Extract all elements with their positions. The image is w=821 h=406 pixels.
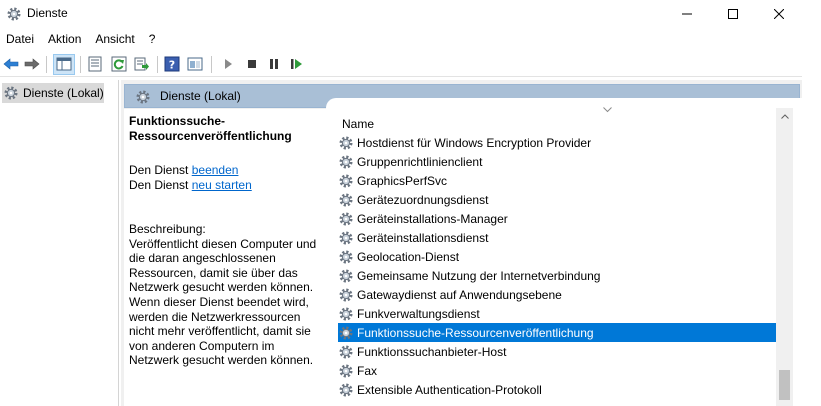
service-row[interactable]: Geräteinstallationsdienst (338, 228, 779, 247)
maximize-button[interactable] (710, 0, 756, 28)
service-title: Funktionssuche-Ressourcenveröffentlichun… (129, 114, 292, 143)
restart-service-link[interactable]: neu starten (192, 178, 252, 192)
service-row-label: GraphicsPerfSvc (357, 173, 448, 188)
service-row-label: Geolocation-Dienst (357, 249, 460, 264)
toolbar-separator (80, 56, 81, 73)
pane-title: Dienste (Lokal) (160, 89, 241, 103)
column-header-name[interactable]: Name (336, 107, 776, 133)
column-header-label: Name (342, 117, 375, 131)
service-row-label: Gerätezuordnungsdienst (357, 192, 489, 207)
service-row-label: Hostdienst für Windows Encryption Provid… (357, 135, 592, 150)
gear-icon (339, 174, 353, 187)
gear-icon (339, 383, 353, 396)
service-row[interactable]: GraphicsPerfSvc (338, 171, 779, 190)
service-description: Beschreibung: Veröffentlicht diesen Comp… (129, 222, 329, 368)
export-list-icon[interactable] (134, 56, 150, 72)
forward-arrow-icon[interactable] (24, 56, 40, 72)
start-service-icon[interactable] (220, 56, 236, 72)
service-row[interactable]: Extensible Authentication-Protokoll (338, 380, 779, 399)
gear-icon (339, 250, 353, 263)
restart-service-icon[interactable] (289, 56, 305, 72)
menu-datei[interactable]: Datei (0, 30, 41, 50)
service-row[interactable]: Geräteinstallations-Manager (338, 209, 779, 228)
service-row-label: Funkverwaltungsdienst (357, 306, 480, 321)
gear-icon (339, 288, 353, 301)
console-tree: Dienste (Lokal) (0, 80, 119, 406)
gear-icon (339, 193, 353, 206)
description-body: Veröffentlicht diesen Computer und die d… (129, 236, 317, 368)
description-label: Beschreibung: (129, 222, 206, 236)
minimize-button[interactable] (664, 0, 710, 28)
tree-item-dienste-lokal[interactable]: Dienste (Lokal) (2, 83, 104, 103)
pause-service-icon[interactable] (266, 56, 282, 72)
svg-text:?: ? (169, 59, 175, 72)
back-arrow-icon[interactable] (3, 56, 19, 72)
service-row[interactable]: Gemeinsame Nutzung der Internetverbindun… (338, 266, 779, 285)
toolbar: ? (0, 52, 802, 77)
service-row[interactable]: Funktionssuchanbieter-Host (338, 342, 779, 361)
service-row[interactable]: Fax (338, 361, 779, 380)
toolbar-separator (157, 56, 158, 73)
stop-service-line: Den Dienst beenden (129, 163, 238, 177)
action-prefix: Den Dienst (129, 178, 189, 192)
service-row[interactable]: Hostdienst für Windows Encryption Provid… (338, 133, 779, 152)
toolbar-separator (46, 56, 47, 73)
service-row-label: Extensible Authentication-Protokoll (357, 382, 542, 397)
refresh-icon[interactable] (111, 56, 127, 72)
maximize-icon (728, 9, 738, 19)
service-row-label: Gruppenrichtlinienclient (357, 154, 483, 169)
show-tree-icon[interactable] (56, 56, 72, 72)
gear-icon (339, 326, 353, 339)
gear-icon (339, 136, 353, 149)
gear-icon (339, 364, 353, 377)
services-list: Name Hostdienst für Windows Encryption P… (326, 107, 802, 406)
restart-service-line: Den Dienst neu starten (129, 178, 252, 192)
service-row[interactable]: Funkverwaltungsdienst (338, 304, 779, 323)
gear-icon (136, 90, 150, 104)
gear-icon (4, 86, 18, 100)
sort-chevron-down-icon (603, 107, 612, 113)
service-row[interactable]: Gerätezuordnungsdienst (338, 190, 779, 209)
service-row-label: Gatewaydienst auf Anwendungsebene (357, 287, 562, 302)
service-row[interactable]: Gruppenrichtlinienclient (338, 152, 779, 171)
close-button[interactable] (756, 0, 802, 28)
menu-aktion[interactable]: Aktion (41, 30, 88, 50)
gear-icon (7, 7, 21, 21)
menu-help[interactable]: ? (142, 30, 163, 50)
service-row[interactable]: Geolocation-Dienst (338, 247, 779, 266)
gear-icon (339, 345, 353, 358)
close-icon (774, 9, 784, 19)
window-title: Dienste (27, 6, 68, 20)
scroll-up-icon[interactable] (781, 114, 789, 119)
details-pane: Dienste (Lokal) Funktionssuche-Ressource… (121, 80, 802, 406)
gear-icon (339, 231, 353, 244)
service-row-label: Funktionssuche-Ressourcenveröffentlichun… (357, 325, 594, 340)
service-row-label: Funktionssuchanbieter-Host (357, 344, 507, 359)
description-panel: Funktionssuche-Ressourcenveröffentlichun… (124, 109, 326, 406)
properties-icon[interactable] (87, 56, 103, 72)
help-icon[interactable]: ? (164, 56, 180, 72)
minimize-icon (682, 13, 692, 15)
toolbar-separator (211, 56, 212, 73)
gear-icon (339, 307, 353, 320)
service-row[interactable]: Gatewaydienst auf Anwendungsebene (338, 285, 779, 304)
service-row-label: Geräteinstallationsdienst (357, 230, 489, 245)
service-row-label: Fax (357, 363, 378, 378)
title-bar: Dienste (0, 0, 802, 28)
gear-icon (339, 269, 353, 282)
service-row[interactable]: Funktionssuche-Ressourcenveröffentlichun… (338, 323, 779, 342)
menu-bar: Datei Aktion Ansicht ? (0, 30, 802, 50)
scrollbar-thumb[interactable] (779, 370, 790, 400)
action-prefix: Den Dienst (129, 163, 189, 177)
vertical-scrollbar[interactable] (776, 108, 793, 406)
stop-service-icon[interactable] (244, 56, 260, 72)
gear-icon (339, 212, 353, 225)
tree-item-label: Dienste (Lokal) (23, 86, 104, 100)
menu-ansicht[interactable]: Ansicht (88, 30, 141, 50)
gear-icon (339, 155, 353, 168)
service-row-label: Gemeinsame Nutzung der Internetverbindun… (357, 268, 601, 283)
console-icon[interactable] (187, 56, 203, 72)
service-row-label: Geräteinstallations-Manager (357, 211, 508, 226)
stop-service-link[interactable]: beenden (192, 163, 239, 177)
